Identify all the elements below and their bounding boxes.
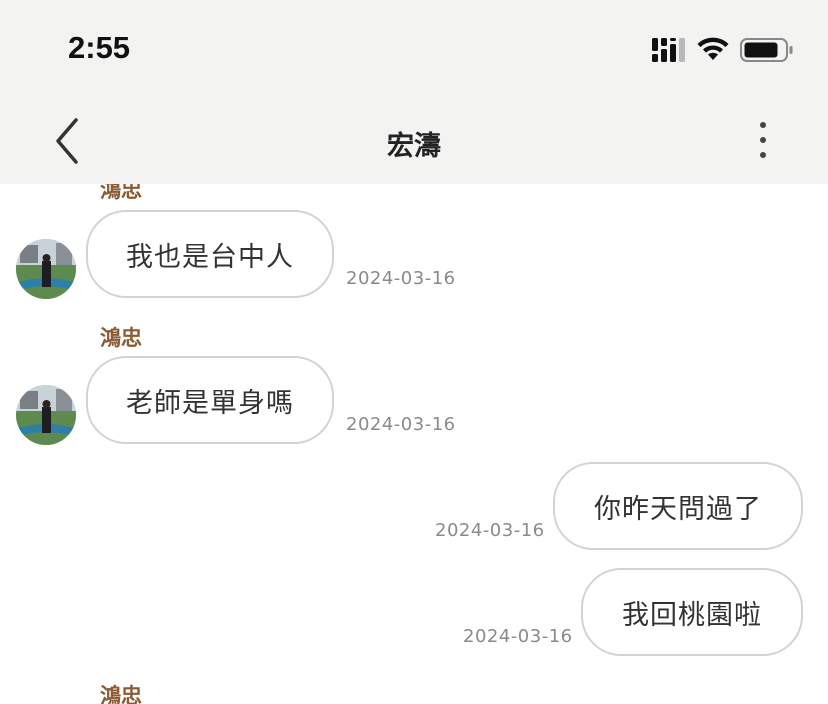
avatar-photo (16, 385, 76, 445)
sender-name: 鴻忠 (100, 326, 142, 350)
cellular-signal-icon (652, 38, 685, 62)
chat-title: 宏濤 (387, 131, 441, 162)
sender-name: 鴻忠 (100, 684, 142, 704)
more-options-button[interactable] (746, 120, 780, 160)
avatar-photo (16, 239, 76, 299)
status-time: 2:55 (68, 30, 131, 65)
battery-icon (740, 38, 793, 62)
message-bubble[interactable]: 我也是台中人 (86, 210, 334, 298)
vertical-dots-icon (760, 122, 766, 128)
message-timestamp: 2024-03-16 (346, 414, 456, 435)
message-bubble[interactable]: 你昨天問過了 (553, 462, 803, 550)
message-timestamp: 2024-03-16 (435, 520, 545, 541)
message-timestamp: 2024-03-16 (346, 268, 456, 289)
avatar[interactable] (16, 385, 76, 445)
chat-header: 2:55 宏濤 (0, 0, 828, 184)
message-bubble[interactable]: 我回桃園啦 (581, 568, 803, 656)
message-timestamp: 2024-03-16 (463, 626, 573, 647)
message-bubble[interactable]: 老師是單身嗎 (86, 356, 334, 444)
avatar[interactable] (16, 239, 76, 299)
wifi-icon (697, 37, 729, 60)
